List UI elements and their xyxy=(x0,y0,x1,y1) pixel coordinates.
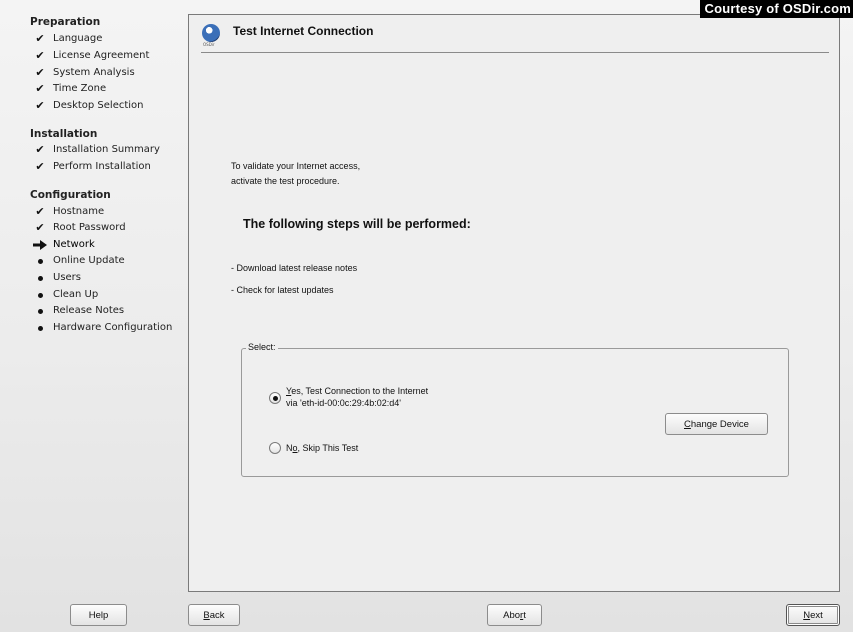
intro-text: To validate your Internet access, activa… xyxy=(231,159,360,189)
step-users: Users xyxy=(33,270,81,286)
step-clean-up: Clean Up xyxy=(33,287,98,303)
step-license-agreement: ✔ License Agreement xyxy=(35,49,150,62)
step-root-password: ✔ Root Password xyxy=(35,221,126,234)
page-title: Test Internet Connection xyxy=(233,24,374,38)
steps-heading: The following steps will be performed: xyxy=(243,217,471,231)
installation-steps-sidebar: Preparation ✔ Language ✔ License Agreement… xyxy=(0,0,188,600)
step-hardware-configuration: Hardware Configuration xyxy=(33,320,172,336)
option-yes-label[interactable]: Yes, Test Connection to the Internet via… xyxy=(286,385,428,409)
checkmark-icon: ✔ xyxy=(35,221,45,234)
select-groupbox: Select: Yes, Test Connection to the Inte… xyxy=(241,342,789,477)
step-online-update: Online Update xyxy=(33,253,125,269)
step-item-release-notes: - Download latest release notes xyxy=(231,263,358,273)
select-legend: Select: xyxy=(246,342,278,352)
step-system-analysis: ✔ System Analysis xyxy=(35,66,135,79)
intro-line-2: activate the test procedure. xyxy=(231,176,340,186)
step-perform-installation: ✔ Perform Installation xyxy=(35,160,151,173)
radio-no-skip-test[interactable] xyxy=(269,442,281,454)
checkmark-icon: ✔ xyxy=(35,99,45,112)
step-installation-summary: ✔ Installation Summary xyxy=(35,143,160,156)
bullet-icon xyxy=(37,292,43,298)
radio-yes-test-connection[interactable] xyxy=(269,392,281,404)
bullet-icon xyxy=(37,258,43,264)
abort-button[interactable]: Abort xyxy=(487,604,542,626)
next-button[interactable]: Next xyxy=(786,604,840,626)
help-button[interactable]: Help xyxy=(70,604,127,626)
checkmark-icon: ✔ xyxy=(35,160,45,173)
checkmark-icon: ✔ xyxy=(35,143,45,156)
checkmark-icon: ✔ xyxy=(35,49,45,62)
step-language: ✔ Language xyxy=(35,32,103,45)
arrow-right-icon xyxy=(33,240,47,250)
bullet-icon xyxy=(37,308,43,314)
step-hostname: ✔ Hostname xyxy=(35,205,105,218)
bullet-icon xyxy=(37,275,43,281)
step-desktop-selection: ✔ Desktop Selection xyxy=(35,99,144,112)
step-time-zone: ✔ Time Zone xyxy=(35,82,107,95)
back-button[interactable]: Back xyxy=(188,604,240,626)
intro-line-1: To validate your Internet access, xyxy=(231,161,361,171)
option-no-label[interactable]: No, Skip This Test xyxy=(286,442,358,454)
globe-icon xyxy=(202,24,220,42)
step-network: Network xyxy=(33,237,95,253)
checkmark-icon: ✔ xyxy=(35,32,45,45)
step-release-notes: Release Notes xyxy=(33,303,124,319)
bullet-icon xyxy=(37,325,43,331)
checkmark-icon: ✔ xyxy=(35,66,45,79)
icon-caption: OSDir xyxy=(203,42,215,47)
option-yes-device: via 'eth-id-00:0c:29:4b:02:d4' xyxy=(286,398,402,408)
section-title-preparation: Preparation xyxy=(30,16,101,28)
watermark: Courtesy of OSDir.com xyxy=(700,0,853,18)
checkmark-icon: ✔ xyxy=(35,205,45,218)
section-title-installation: Installation xyxy=(30,128,98,140)
change-device-button[interactable]: Change Device xyxy=(665,413,768,435)
step-item-updates: - Check for latest updates xyxy=(231,285,334,295)
header-divider xyxy=(201,52,829,53)
main-panel: OSDir Test Internet Connection To valida… xyxy=(188,14,840,592)
checkmark-icon: ✔ xyxy=(35,82,45,95)
section-title-configuration: Configuration xyxy=(30,189,111,201)
